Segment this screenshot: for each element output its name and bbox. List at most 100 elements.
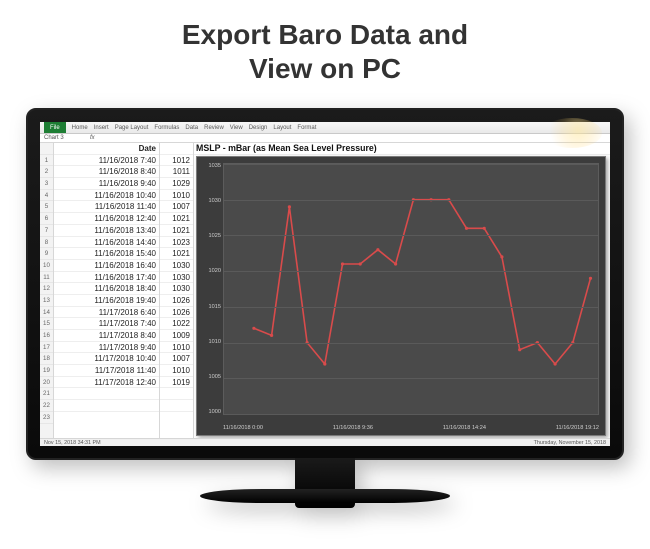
row-number[interactable]: 22	[40, 400, 53, 412]
cell-date[interactable]: 11/17/2018 12:40	[54, 377, 159, 389]
ribbon-tab[interactable]: Page Layout	[115, 125, 149, 131]
cell-date[interactable]: 11/16/2018 7:40	[54, 155, 159, 167]
row-number[interactable]: 12	[40, 283, 53, 295]
x-tick: 11/16/2018 9:36	[333, 425, 373, 431]
y-tick: 1020	[199, 268, 221, 274]
row-number[interactable]: 18	[40, 353, 53, 365]
ribbon-tab[interactable]: Home	[72, 125, 88, 131]
gridline	[224, 235, 598, 236]
chart-title: MSLP - mBar (as Mean Sea Level Pressure)	[194, 143, 610, 155]
cell-date[interactable]: 11/16/2018 13:40	[54, 225, 159, 237]
y-tick: 1015	[199, 304, 221, 310]
row-headers: 1234567891011121314151617181920212223	[40, 143, 54, 438]
ribbon-tab[interactable]: View	[230, 125, 243, 131]
cell-value[interactable]: 1011	[160, 166, 193, 178]
ribbon-tab[interactable]: Formulas	[154, 125, 179, 131]
cell-value[interactable]: 1010	[160, 190, 193, 202]
cell-value[interactable]: 1023	[160, 237, 193, 249]
cell-value[interactable]: 1010	[160, 342, 193, 354]
cell-value[interactable]: 1007	[160, 353, 193, 365]
row-number[interactable]: 3	[40, 178, 53, 190]
cell-date[interactable]: 11/16/2018 19:40	[54, 295, 159, 307]
cell-date[interactable]: 11/17/2018 6:40	[54, 307, 159, 319]
row-number[interactable]: 1	[40, 155, 53, 167]
worksheet: 1234567891011121314151617181920212223 Da…	[40, 143, 610, 438]
cell-value[interactable]: 1010	[160, 365, 193, 377]
ribbon-tab[interactable]: Layout	[273, 125, 291, 131]
cell-date[interactable]: 11/16/2018 12:40	[54, 213, 159, 225]
status-bar: Nov 15, 2018 34:31 PM Thursday, November…	[40, 438, 610, 446]
row-number[interactable]: 20	[40, 377, 53, 389]
cell-date[interactable]	[54, 388, 159, 400]
cell-value[interactable]: 1030	[160, 260, 193, 272]
cell-value[interactable]: 1030	[160, 272, 193, 284]
cell-value[interactable]: 1019	[160, 377, 193, 389]
cell-date[interactable]: 11/16/2018 18:40	[54, 283, 159, 295]
row-number[interactable]: 9	[40, 248, 53, 260]
excel-window: File Home Insert Page Layout Formulas Da…	[40, 122, 610, 446]
headline-line-2: View on PC	[0, 52, 650, 86]
ribbon-tab[interactable]: Design	[249, 125, 268, 131]
row-number[interactable]: 14	[40, 307, 53, 319]
cell-date[interactable]: 11/16/2018 11:40	[54, 201, 159, 213]
row-number[interactable]: 13	[40, 295, 53, 307]
row-number[interactable]: 23	[40, 412, 53, 424]
embedded-chart[interactable]: 10351030102510201015101010051000 11/16/2…	[196, 156, 606, 436]
cell-date[interactable]: 11/16/2018 14:40	[54, 237, 159, 249]
cell-date[interactable]: 11/16/2018 9:40	[54, 178, 159, 190]
cell-date[interactable]: 11/16/2018 15:40	[54, 248, 159, 260]
x-tick: 11/16/2018 14:24	[443, 425, 486, 431]
ribbon-tab[interactable]: Format	[297, 125, 316, 131]
ribbon-tab[interactable]: Insert	[94, 125, 109, 131]
ribbon-file-tab[interactable]: File	[44, 122, 66, 133]
row-number[interactable]: 7	[40, 225, 53, 237]
cell-date[interactable]: 11/16/2018 8:40	[54, 166, 159, 178]
cell-date[interactable]: 11/16/2018 10:40	[54, 190, 159, 202]
row-number[interactable]: 11	[40, 272, 53, 284]
row-number[interactable]: 10	[40, 260, 53, 272]
monitor-stand-base	[200, 489, 450, 503]
cell-value[interactable]: 1026	[160, 295, 193, 307]
cell-date[interactable]: 11/16/2018 17:40	[54, 272, 159, 284]
ribbon-tab[interactable]: Data	[185, 125, 198, 131]
monitor-bezel: File Home Insert Page Layout Formulas Da…	[26, 108, 624, 460]
cell-date[interactable]: 11/17/2018 10:40	[54, 353, 159, 365]
row-number[interactable]: 4	[40, 190, 53, 202]
row-number[interactable]: 6	[40, 213, 53, 225]
row-number[interactable]: 15	[40, 318, 53, 330]
cell-value[interactable]: 1012	[160, 155, 193, 167]
cell-date[interactable]: 11/17/2018 9:40	[54, 342, 159, 354]
cell-date[interactable]	[54, 400, 159, 412]
cell-value[interactable]: 1021	[160, 248, 193, 260]
cell-value[interactable]: 1026	[160, 307, 193, 319]
cell-date[interactable]: 11/17/2018 11:40	[54, 365, 159, 377]
cell-value[interactable]	[160, 400, 193, 412]
cell-value[interactable]	[160, 388, 193, 400]
cell-date[interactable]: 11/17/2018 8:40	[54, 330, 159, 342]
row-number[interactable]: 21	[40, 388, 53, 400]
fx-icon[interactable]: fx	[90, 135, 95, 141]
row-number[interactable]: 8	[40, 237, 53, 249]
row-number[interactable]: 17	[40, 342, 53, 354]
status-right: Thursday, November 15, 2018	[534, 440, 606, 446]
cell-value[interactable]: 1007	[160, 201, 193, 213]
cell-value[interactable]: 1022	[160, 318, 193, 330]
cell-value[interactable]: 1029	[160, 178, 193, 190]
cell-date[interactable]: 11/16/2018 16:40	[54, 260, 159, 272]
name-box[interactable]: Chart 3	[44, 135, 84, 141]
ribbon-tab[interactable]: Review	[204, 125, 224, 131]
chart-x-ticks: 11/16/2018 0:0011/16/2018 9:3611/16/2018…	[223, 425, 599, 431]
status-left: Nov 15, 2018 34:31 PM	[44, 440, 101, 446]
cell-value[interactable]: 1009	[160, 330, 193, 342]
row-number[interactable]: 16	[40, 330, 53, 342]
chart-plot-area	[223, 163, 599, 415]
cell-value[interactable]: 1030	[160, 283, 193, 295]
cell-value[interactable]: 1021	[160, 225, 193, 237]
cell-date[interactable]: 11/17/2018 7:40	[54, 318, 159, 330]
row-number[interactable]: 19	[40, 365, 53, 377]
formula-bar: Chart 3 fx	[40, 134, 610, 143]
cell-value[interactable]: 1021	[160, 213, 193, 225]
row-number[interactable]: 2	[40, 166, 53, 178]
chart-cell: MSLP - mBar (as Mean Sea Level Pressure)…	[194, 143, 610, 438]
row-number[interactable]: 5	[40, 201, 53, 213]
